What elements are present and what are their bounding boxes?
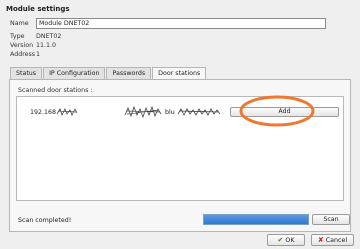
- cancel-button[interactable]: ✘ Cancel: [311, 234, 354, 246]
- version-label: Version: [10, 42, 34, 49]
- tab-passwords[interactable]: Passwords: [106, 67, 152, 79]
- ok-button[interactable]: ✔ OK: [267, 234, 305, 246]
- redaction-scribble-icon: [56, 108, 78, 116]
- name-input[interactable]: Module DNET02: [36, 18, 326, 29]
- version-row: Version 11.1.0: [10, 42, 56, 49]
- scanned-door-stations-label: Scanned door stations :: [18, 87, 93, 94]
- check-icon: ✔: [277, 236, 284, 244]
- dialog-title: Module settings: [6, 5, 70, 13]
- annotation-ellipse: [239, 95, 315, 127]
- station-ip-prefix: 192.168: [30, 109, 57, 116]
- name-label: Name: [10, 20, 29, 27]
- name-row: Name: [10, 20, 36, 27]
- cancel-label: Cancel: [325, 237, 348, 244]
- scan-progress-fill: [204, 215, 308, 224]
- ok-label: OK: [285, 237, 295, 244]
- close-icon: ✘: [317, 236, 324, 244]
- station-ip: 192.168: [30, 108, 78, 116]
- station-name: blu: [165, 108, 221, 116]
- station-name-prefix: blu: [165, 109, 175, 116]
- address-label: Address: [10, 51, 36, 58]
- version-value: 11.1.0: [36, 42, 57, 49]
- tab-status[interactable]: Status: [10, 67, 43, 79]
- module-settings-dialog: Module settings Name Module DNET02 Type D…: [0, 0, 360, 249]
- scan-button[interactable]: Scan: [312, 214, 350, 225]
- address-value: 1: [36, 51, 41, 58]
- type-row: Type DNET02: [10, 33, 61, 40]
- scan-progress-bar: [203, 214, 309, 225]
- address-row: Address1: [10, 51, 40, 58]
- type-value: DNET02: [36, 33, 62, 40]
- scan-status-text: Scan completed!: [18, 217, 72, 224]
- redaction-scribble-icon: [124, 106, 162, 118]
- type-label: Type: [10, 33, 25, 40]
- redaction-scribble-icon: [177, 108, 221, 116]
- tab-ip-configuration[interactable]: IP Configuration: [43, 67, 106, 79]
- tab-bar: Status IP Configuration Passwords Door s…: [10, 67, 207, 80]
